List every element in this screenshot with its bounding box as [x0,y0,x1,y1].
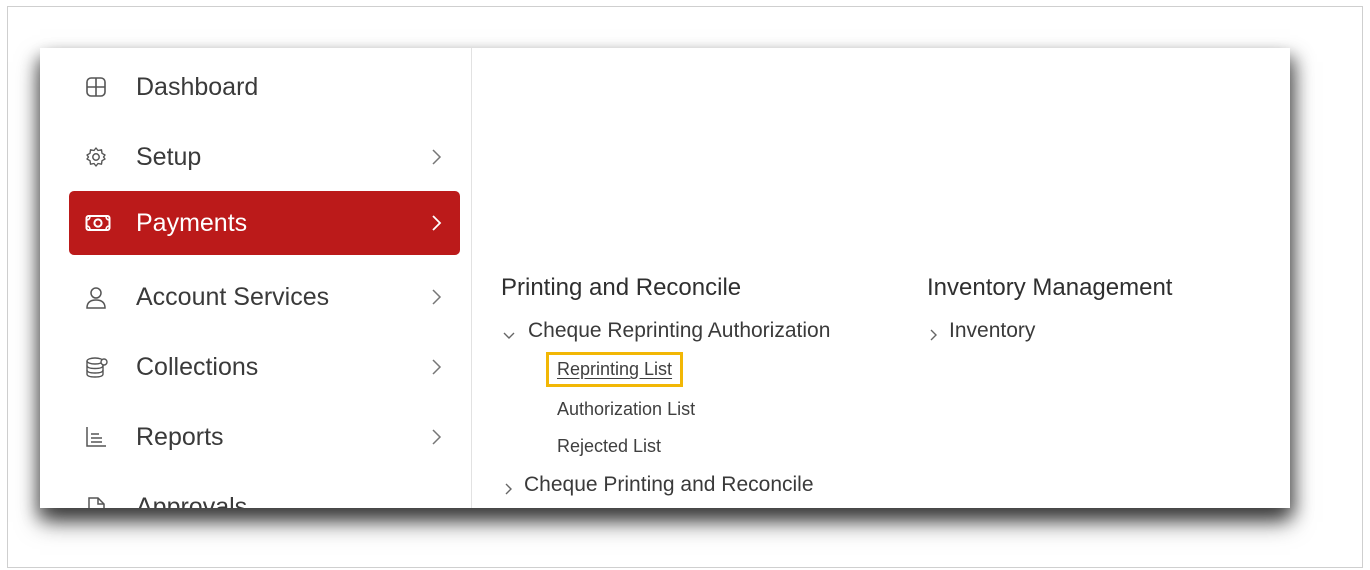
column-title-inventory: Inventory Management [927,274,1173,301]
payments-submenu: Printing and Reconcile Cheque Reprinting… [472,48,1290,508]
chevron-right-icon [927,324,941,341]
group-label: Inventory [949,319,1036,342]
money-icon [85,212,111,234]
chevron-right-icon [429,214,443,232]
menu-item-rejected-list[interactable]: Rejected List [557,436,661,457]
person-icon [85,286,107,309]
navigation-mega-menu: Dashboard Setup Payments Account Service… [40,48,1290,508]
sidebar-item-setup[interactable]: Setup [69,126,460,188]
sidebar-item-approvals[interactable]: Approvals [69,476,460,508]
menu-item-authorization-list[interactable]: Authorization List [557,399,695,420]
sidebar: Dashboard Setup Payments Account Service… [40,48,472,508]
column-title-printing: Printing and Reconcile [501,274,742,301]
sidebar-item-label: Account Services [136,282,330,311]
sidebar-item-label: Setup [136,142,202,171]
group-cheque-printing-and-reconcile[interactable]: Cheque Printing and Reconcile [502,473,814,497]
chevron-right-icon [429,428,443,446]
group-inventory[interactable]: Inventory [927,319,1035,343]
menu-item-reprinting-list[interactable]: Reprinting List [545,352,684,387]
sidebar-item-label: Dashboard [136,72,259,101]
group-cheque-reprinting-authorization[interactable]: Cheque Reprinting Authorization [502,319,830,343]
chart-icon [85,426,107,448]
chevron-right-icon [429,358,443,376]
sidebar-item-reports[interactable]: Reports [69,406,460,468]
gear-icon [85,146,107,168]
chevron-right-icon [429,288,443,306]
chevron-right-icon [429,148,443,166]
document-icon [85,496,107,508]
chevron-down-icon [502,324,516,339]
chevron-right-icon [502,478,516,495]
grid-icon [85,76,107,98]
sidebar-item-account-services[interactable]: Account Services [69,266,460,328]
sidebar-item-collections[interactable]: Collections [69,336,460,398]
sidebar-item-dashboard[interactable]: Dashboard [69,56,460,118]
sidebar-item-label: Reports [136,422,224,451]
sidebar-item-label: Approvals [136,492,248,509]
sidebar-item-label: Collections [136,352,259,381]
sidebar-item-label: Payments [136,208,248,237]
group-label: Cheque Printing and Reconcile [524,473,814,496]
sidebar-item-payments[interactable]: Payments [69,191,460,255]
coins-icon [85,356,108,378]
group-label: Cheque Reprinting Authorization [528,319,831,342]
